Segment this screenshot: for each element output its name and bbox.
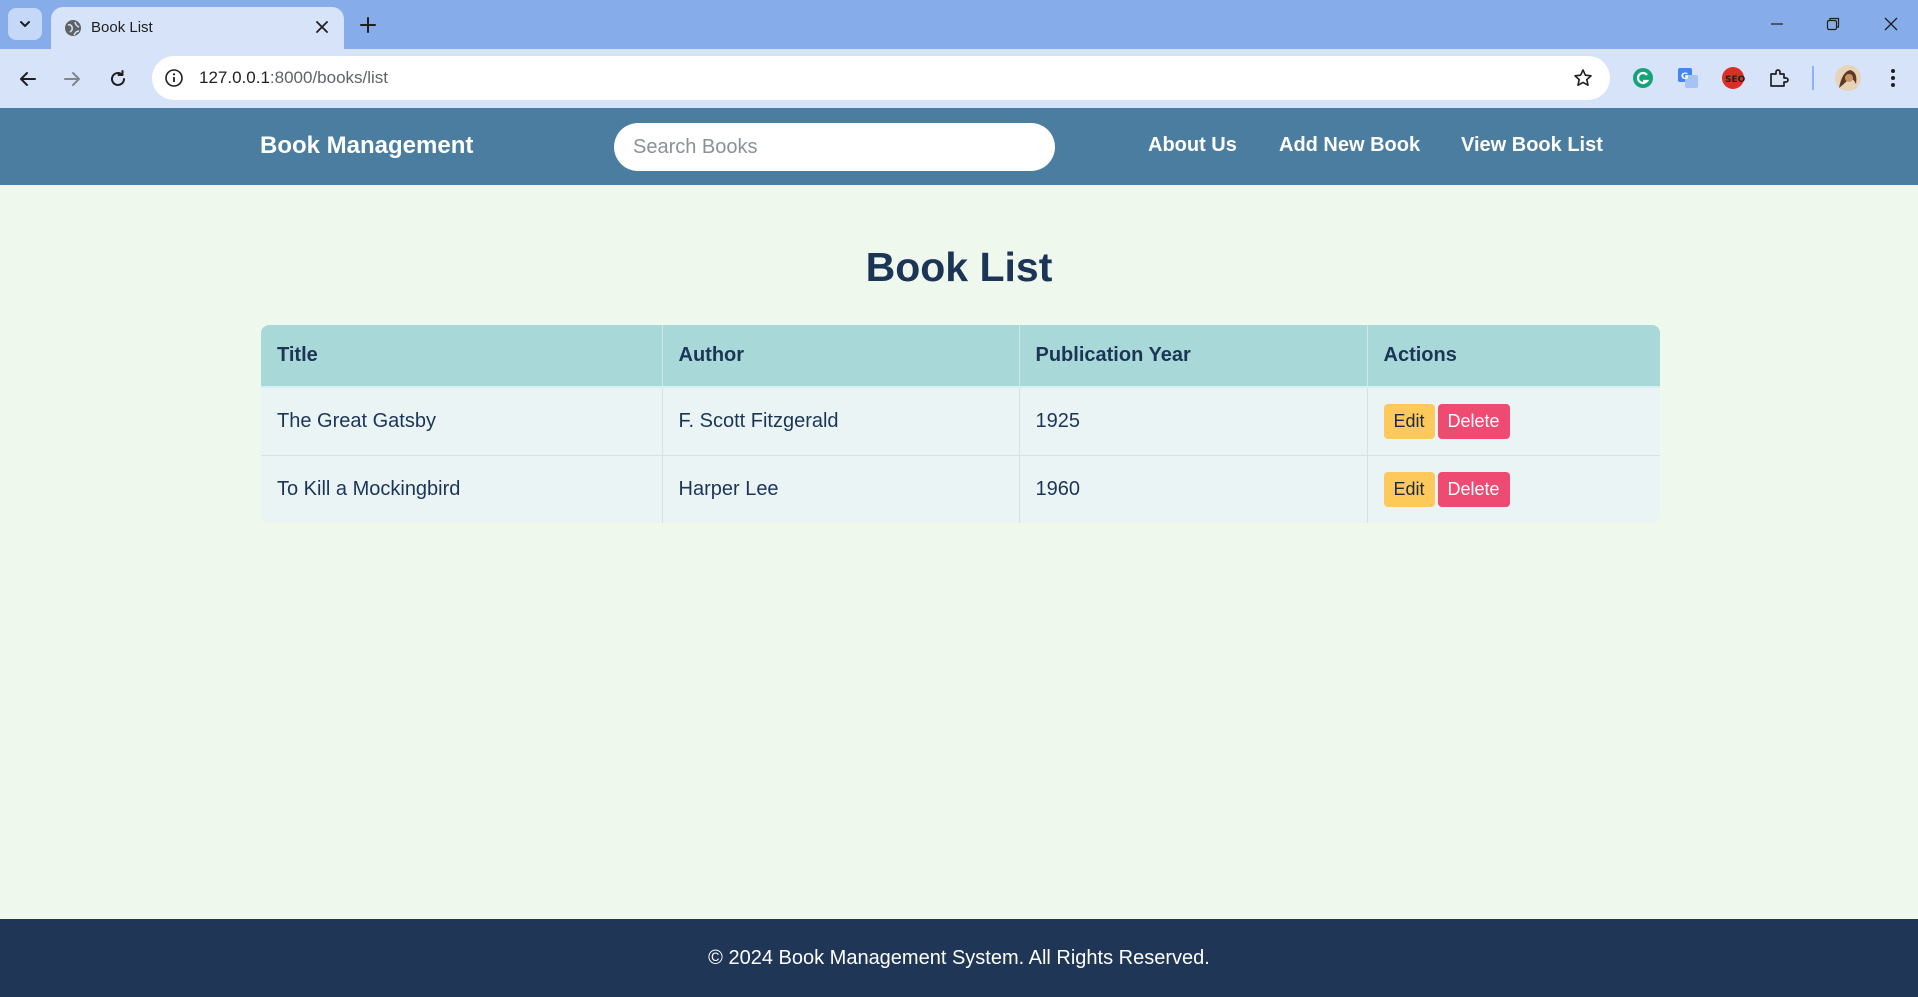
- column-header-title: Title: [261, 325, 663, 388]
- book-table-container: Title Author Publication Year Actions Th…: [261, 325, 1660, 523]
- book-table: Title Author Publication Year Actions Th…: [261, 325, 1660, 523]
- browser-toolbar: 127.0.0.1:8000/books/list G SEO: [0, 49, 1918, 108]
- site-footer: © 2024 Book Management System. All Right…: [0, 919, 1918, 997]
- browser-menu-button[interactable]: [1880, 65, 1906, 91]
- grammarly-extension-button[interactable]: [1630, 65, 1656, 91]
- footer-copyright: © 2024 Book Management System. All Right…: [708, 947, 1210, 969]
- browser-tab-active[interactable]: Book List: [51, 7, 344, 49]
- profile-button[interactable]: [1833, 63, 1863, 93]
- minimize-icon: [1771, 23, 1783, 25]
- edit-button[interactable]: Edit: [1383, 403, 1435, 439]
- cell-year: 1960: [1019, 455, 1368, 523]
- table-header-row: Title Author Publication Year Actions: [261, 325, 1660, 388]
- url-text: 127.0.0.1:8000/books/list: [199, 68, 388, 88]
- close-window-button[interactable]: [1876, 10, 1906, 38]
- url-path: :8000/books/list: [269, 68, 389, 87]
- search-input[interactable]: [614, 123, 1055, 171]
- nav-link-view-book-list[interactable]: View Book List: [1461, 134, 1603, 157]
- delete-button[interactable]: Delete: [1437, 471, 1510, 507]
- tab-search-button[interactable]: [8, 8, 42, 40]
- url-host: 127.0.0.1: [199, 68, 270, 87]
- grammarly-icon: [1633, 68, 1653, 88]
- translate-icon: G: [1678, 68, 1698, 88]
- browser-tab-bar: Book List: [0, 0, 1918, 49]
- close-tab-button[interactable]: [312, 17, 332, 37]
- site-info-button[interactable]: [163, 67, 185, 89]
- arrow-right-icon: [64, 72, 80, 86]
- nav-link-add-new-book[interactable]: Add New Book: [1279, 134, 1420, 157]
- cell-author: F. Scott Fitzgerald: [662, 387, 1020, 456]
- cell-author: Harper Lee: [662, 455, 1020, 523]
- translate-extension-button[interactable]: G: [1675, 65, 1701, 91]
- new-tab-button[interactable]: [356, 13, 380, 37]
- delete-button[interactable]: Delete: [1437, 403, 1510, 439]
- chevron-down-icon: [20, 21, 30, 27]
- minimize-window-button[interactable]: [1762, 10, 1792, 38]
- close-icon: [1884, 17, 1898, 31]
- cell-year: 1925: [1019, 387, 1368, 456]
- address-bar[interactable]: 127.0.0.1:8000/books/list: [152, 56, 1610, 100]
- globe-icon: [65, 20, 81, 36]
- plus-icon: [360, 17, 376, 33]
- svg-text:G: G: [1681, 72, 1688, 82]
- svg-text:SEO: SEO: [1725, 75, 1745, 85]
- arrow-left-icon: [20, 72, 36, 86]
- cell-title: To Kill a Mockingbird: [261, 455, 663, 523]
- extensions-button[interactable]: [1766, 65, 1792, 91]
- restore-window-button[interactable]: [1818, 10, 1848, 38]
- bookmark-button[interactable]: [1572, 67, 1594, 89]
- column-header-publication-year: Publication Year: [1019, 325, 1368, 388]
- reload-icon: [111, 70, 125, 86]
- cell-actions: Edit Delete: [1367, 455, 1660, 523]
- table-row: To Kill a Mockingbird Harper Lee 1960 Ed…: [261, 455, 1660, 523]
- table-row: The Great Gatsby F. Scott Fitzgerald 192…: [261, 387, 1660, 456]
- site-header: Book Management About Us Add New Book Vi…: [0, 108, 1918, 185]
- brand-title[interactable]: Book Management: [260, 132, 473, 160]
- star-icon: [1574, 69, 1592, 86]
- reload-button[interactable]: [102, 63, 134, 95]
- forward-button[interactable]: [56, 63, 88, 95]
- info-icon: [165, 69, 183, 87]
- restore-icon: [1826, 17, 1840, 31]
- column-header-actions: Actions: [1367, 325, 1660, 388]
- back-button[interactable]: [12, 63, 44, 95]
- puzzle-icon: [1770, 69, 1789, 87]
- cell-title: The Great Gatsby: [261, 387, 663, 456]
- kebab-menu-icon: [1891, 69, 1895, 87]
- close-icon: [316, 21, 328, 33]
- nav-link-about-us[interactable]: About Us: [1148, 134, 1237, 157]
- avatar: [1835, 65, 1861, 91]
- tab-title: Book List: [91, 19, 153, 36]
- page-title: Book List: [865, 244, 1053, 290]
- column-header-author: Author: [662, 325, 1020, 388]
- cell-actions: Edit Delete: [1367, 387, 1660, 456]
- toolbar-divider: [1812, 66, 1814, 90]
- seo-extension-button[interactable]: SEO: [1720, 65, 1746, 91]
- edit-button[interactable]: Edit: [1383, 471, 1435, 507]
- seo-icon: SEO: [1722, 67, 1745, 89]
